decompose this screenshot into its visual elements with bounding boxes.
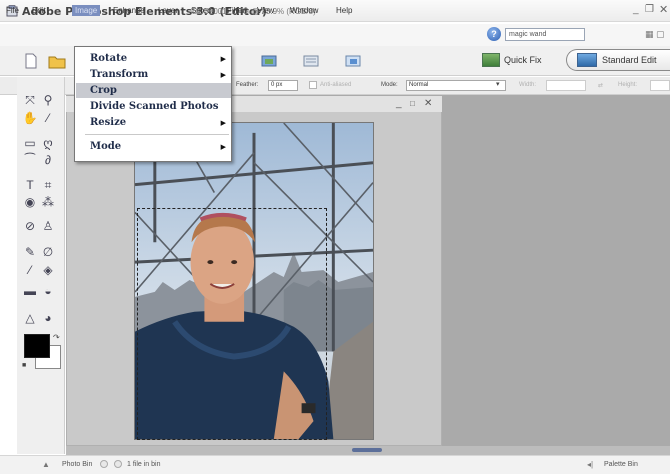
menu-view[interactable]: View: [257, 6, 274, 15]
photo-bin-toggle-icon[interactable]: ▲: [42, 460, 50, 469]
height-label: Height:: [618, 82, 638, 88]
date-view-icon[interactable]: [302, 53, 320, 69]
sponge-tool-icon[interactable]: ◕: [40, 310, 56, 326]
menu-item-resize[interactable]: Resize ▶: [90, 115, 232, 130]
previous-photo-button[interactable]: [100, 460, 108, 468]
create-icon[interactable]: [344, 53, 362, 69]
quick-fix-button[interactable]: Quick Fix: [482, 51, 542, 69]
submenu-arrow-icon: ▶: [220, 54, 226, 63]
photo-bin-label[interactable]: Photo Bin: [62, 461, 92, 468]
photo-bin-count: 1 file in bin: [127, 461, 161, 468]
standard-edit-icon: [577, 53, 597, 67]
quick-fix-icon: [482, 53, 500, 67]
window-restore-button[interactable]: ❐: [645, 4, 654, 15]
standard-edit-button[interactable]: Standard Edit: [566, 49, 670, 71]
menu-select[interactable]: Select: [191, 6, 213, 15]
mode-select[interactable]: Normal: [406, 80, 506, 91]
menu-window[interactable]: Window: [290, 6, 318, 15]
help-search-input[interactable]: magic wand: [505, 28, 585, 41]
swap-dimensions-icon[interactable]: ⇄: [598, 82, 603, 89]
move-tool-icon[interactable]: ⤧: [22, 92, 38, 108]
spot-healing-tool-icon[interactable]: ⊘: [22, 218, 38, 234]
eyedropper-tool-icon[interactable]: ⁄: [40, 110, 56, 126]
type-tool-icon[interactable]: T: [22, 177, 38, 193]
eraser-tool-icon[interactable]: ∅: [40, 244, 56, 260]
cookie-cutter-tool-icon[interactable]: ⁂: [40, 194, 56, 210]
mode-label: Mode:: [381, 82, 398, 88]
shape-tool-icon[interactable]: ◒: [40, 283, 56, 299]
menu-separator: [85, 134, 229, 135]
open-folder-icon[interactable]: [48, 53, 66, 69]
palette-bin-label[interactable]: Palette Bin: [604, 461, 638, 468]
next-photo-button[interactable]: [114, 460, 122, 468]
feather-label: Feather:: [236, 82, 259, 88]
width-label: Width:: [519, 82, 537, 88]
menu-item-resize-label: Resize: [90, 117, 127, 128]
brush-tool-icon[interactable]: ⁄: [22, 262, 38, 278]
menu-image[interactable]: Image: [72, 5, 101, 16]
foreground-color-swatch[interactable]: [24, 334, 50, 358]
menu-enhance[interactable]: Enhance: [113, 6, 145, 15]
standard-edit-label: Standard Edit: [602, 55, 657, 65]
scrollbar-thumb[interactable]: [352, 448, 382, 452]
gradient-tool-icon[interactable]: ▬: [22, 283, 38, 299]
magic-wand-tool-icon[interactable]: ⁀: [22, 152, 38, 168]
window-close-button[interactable]: ✕: [659, 3, 668, 16]
selection-brush-tool-icon[interactable]: ∂: [40, 152, 56, 168]
menu-help[interactable]: Help: [336, 6, 352, 15]
layout-grid-icon[interactable]: ▦ ▢: [645, 29, 665, 40]
menu-layer[interactable]: Layer: [158, 6, 178, 15]
chevron-down-icon[interactable]: ▾: [496, 80, 500, 88]
help-search-icon[interactable]: ?: [487, 27, 501, 41]
menu-item-crop-label: Crop: [90, 85, 117, 96]
blur-tool-icon[interactable]: △: [22, 310, 38, 326]
anti-aliased-checkbox[interactable]: [309, 81, 317, 89]
menu-filter[interactable]: Filter: [227, 6, 245, 15]
height-input[interactable]: [650, 80, 670, 91]
submenu-arrow-icon: ▶: [220, 118, 226, 127]
menu-item-transform[interactable]: Transform ▶: [90, 67, 232, 82]
pencil-tool-icon[interactable]: ✎: [22, 244, 38, 260]
photo-browser-icon[interactable]: [260, 53, 278, 69]
menu-item-divide-scanned-photos[interactable]: Divide Scanned Photos: [90, 99, 232, 114]
menu-item-transform-label: Transform: [90, 69, 149, 80]
submenu-arrow-icon: ▶: [220, 142, 226, 151]
palette-bin-toggle-icon[interactable]: ◂|: [587, 460, 593, 469]
default-colors-icon[interactable]: ■: [22, 362, 26, 369]
paint-bucket-tool-icon[interactable]: ◈: [40, 262, 56, 278]
menu-edit[interactable]: Edit: [32, 6, 46, 15]
red-eye-tool-icon[interactable]: ◉: [22, 194, 38, 210]
menu-item-rotate[interactable]: Rotate ▶: [90, 51, 232, 66]
clone-stamp-tool-icon[interactable]: ♙: [40, 218, 56, 234]
document-minimize-button[interactable]: _: [396, 98, 402, 109]
feather-input[interactable]: 0 px: [268, 80, 298, 91]
new-file-icon[interactable]: [22, 53, 40, 69]
menu-item-mode-label: Mode: [90, 141, 122, 152]
document-close-button[interactable]: ✕: [424, 98, 432, 109]
quick-fix-label: Quick Fix: [504, 55, 542, 65]
menu-item-crop[interactable]: Crop: [76, 83, 231, 98]
window-minimize-button[interactable]: _: [633, 4, 639, 15]
document-maximize-button[interactable]: □: [410, 99, 415, 108]
menu-file[interactable]: File: [6, 6, 19, 15]
swap-colors-icon[interactable]: ↷: [53, 333, 60, 342]
submenu-arrow-icon: ▶: [220, 70, 226, 79]
menu-item-divide-label: Divide Scanned Photos: [90, 101, 219, 112]
crop-tool-icon[interactable]: ⌗: [40, 177, 56, 193]
hand-tool-icon[interactable]: ✋: [22, 110, 38, 126]
anti-aliased-label: Anti-aliased: [320, 82, 352, 88]
zoom-tool-icon[interactable]: ⚲: [40, 92, 56, 108]
width-input[interactable]: [546, 80, 586, 91]
menu-item-rotate-label: Rotate: [90, 53, 128, 64]
image-menu-dropdown: Rotate ▶ Transform ▶ Crop Divide Scanned…: [74, 46, 232, 162]
menu-item-mode[interactable]: Mode ▶: [90, 139, 232, 154]
marquee-tool-icon[interactable]: ▭: [22, 135, 38, 151]
lasso-tool-icon[interactable]: ღ: [40, 135, 56, 151]
selection-marquee[interactable]: [137, 208, 327, 440]
